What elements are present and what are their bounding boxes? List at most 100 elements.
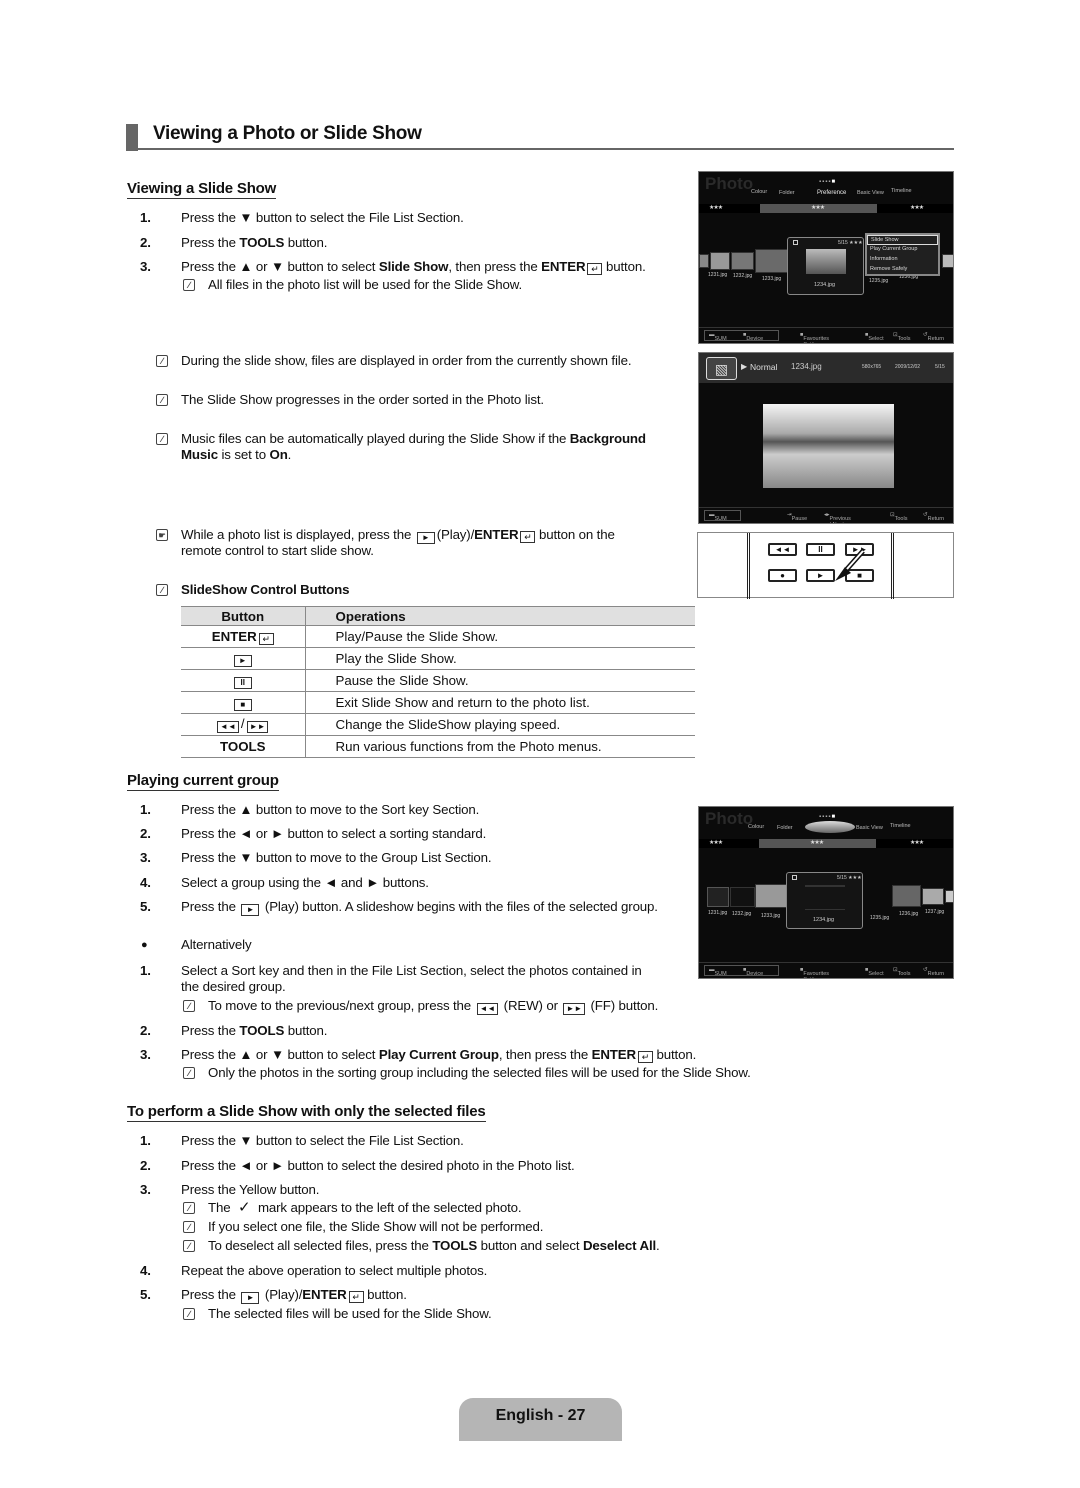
remote-edge-left [747, 533, 750, 599]
sort-key-colour[interactable]: Colour [748, 824, 764, 830]
step-number: 4. [140, 875, 151, 890]
sum-label[interactable]: ▬ SUM [709, 332, 727, 342]
note-icon [183, 1240, 195, 1252]
thumbnail[interactable] [731, 252, 754, 270]
operation-cell: Change the SlideShow playing speed. [305, 713, 695, 736]
return-label[interactable]: ↺ Return [923, 512, 944, 522]
sum-label[interactable]: ▬ SUM [709, 967, 727, 977]
button-cell: ■ [181, 691, 306, 714]
return-label[interactable]: ↺ Return [923, 967, 944, 977]
play-icon: ► [241, 1292, 260, 1304]
focused-photo[interactable]: 5/15 ★★★ 1234.jpg [787, 237, 864, 295]
thumbnail[interactable] [710, 252, 730, 270]
thumbnail[interactable] [945, 890, 953, 903]
favourites-settings[interactable]: ■Favourites Settings [800, 967, 829, 978]
step-text: Press the [181, 1023, 240, 1038]
menu-item-slide-show[interactable]: Slide Show [867, 235, 938, 245]
focused-group[interactable]: 5/15 ★★★ 1234.jpg [786, 872, 863, 929]
sort-key-basic-view[interactable]: Basic View [857, 190, 884, 196]
sort-key-preference[interactable]: Preference [817, 190, 846, 196]
note-icon [156, 394, 168, 406]
sort-key-selected[interactable] [805, 821, 855, 833]
enter-icon: ↵ [587, 263, 603, 275]
operation-cell: Play/Pause the Slide Show. [305, 625, 695, 648]
step-text: Select a Sort key and then in the File L… [181, 963, 642, 978]
thumbnail[interactable] [755, 884, 787, 908]
note-icon [183, 1221, 195, 1233]
photo-date: 2009/12/02 [895, 364, 921, 370]
thumbnail[interactable] [892, 885, 921, 907]
tools-label[interactable]: ⊡ Tools [890, 512, 907, 522]
checkbox[interactable] [793, 240, 798, 245]
thumbnail[interactable] [730, 887, 755, 907]
thumbnail[interactable] [922, 888, 944, 905]
sort-key-folder[interactable]: Folder [777, 825, 793, 831]
tools-label[interactable]: ⊡ Tools [893, 967, 910, 977]
note-text: Music files can be automatically played … [181, 431, 570, 446]
sort-key-basic-view[interactable]: Basic View [856, 825, 883, 831]
checkbox[interactable] [792, 875, 797, 880]
step-number: 2. [140, 1158, 151, 1173]
group-stars-left[interactable]: ★★★ [709, 839, 723, 846]
thumbnail[interactable] [942, 254, 953, 268]
note-text: Only the photos in the sorting group inc… [208, 1065, 751, 1080]
note-text: button on the [535, 527, 615, 542]
tv-footer: ▬ SUM ⇥ Pause ◂▸ Previous / Next ⊡ Tools… [699, 507, 953, 523]
select-label[interactable]: ■ Select [865, 967, 884, 977]
thumbnail[interactable] [707, 887, 729, 907]
sort-key-colour[interactable]: Colour [751, 189, 767, 195]
note-text: While a photo list is displayed, press t… [181, 527, 415, 542]
select-label[interactable]: ■ Select [865, 332, 884, 342]
thumbnail[interactable] [699, 254, 709, 268]
table-row: II Pause the Slide Show. [181, 669, 695, 692]
prev-next-label[interactable]: ◂▸ Previous / Next [824, 512, 851, 523]
group-stars-right[interactable]: ★★★ [910, 839, 924, 846]
sum-label[interactable]: ▬ SUM [709, 512, 727, 522]
remote-edge-right [891, 533, 894, 599]
button-cell: ENTER ↵ [181, 625, 306, 648]
menu-item-information[interactable]: Information [867, 255, 938, 265]
note-text: The selected files will be used for the … [208, 1306, 492, 1321]
group-current[interactable]: ★★★ [760, 204, 877, 213]
note-bold: ENTER [474, 527, 519, 542]
rew-button[interactable]: ◄◄ [768, 543, 797, 556]
step-bold: TOOLS [239, 1023, 285, 1038]
sort-key-folder[interactable]: Folder [779, 190, 795, 196]
step-text: , then press the [498, 1047, 592, 1062]
group-stars-right[interactable]: ★★★ [910, 204, 924, 211]
tv-footer: ▬ SUM ■ Device ■Favourites Settings ■Sel… [699, 962, 953, 978]
table-row: TOOLS Run various functions from the Pho… [181, 735, 695, 758]
placeholder-line [805, 909, 845, 910]
favourites-settings[interactable]: ■Favourites Settings [800, 332, 829, 343]
sort-key-timeline[interactable]: Timeline [891, 188, 912, 194]
bullet-text: Alternatively [181, 937, 252, 952]
counter: 5/15 [935, 364, 945, 370]
pause-label[interactable]: ⇥ Pause [787, 512, 807, 522]
enter-icon: ↵ [348, 1291, 364, 1303]
thumbnail[interactable] [755, 249, 788, 273]
note-text: The [208, 1200, 235, 1215]
page-title-bar: Viewing a Photo or Slide Show [126, 123, 954, 151]
record-button[interactable]: ● [768, 569, 797, 582]
pause-button[interactable]: II [806, 543, 835, 556]
step-text: Press the ▲ or ▼ button to select [181, 1047, 379, 1062]
play-button[interactable]: ► [806, 569, 835, 582]
device-label[interactable]: ■ Device [743, 332, 763, 342]
file-name: 1234.jpg [814, 282, 836, 288]
menu-item-play-current-group[interactable]: Play Current Group [867, 245, 938, 255]
step-bold: ENTER [541, 259, 586, 274]
sort-key-timeline[interactable]: Timeline [890, 823, 911, 829]
tools-label[interactable]: ⊡ Tools [893, 332, 910, 342]
pointer-arrow-icon [835, 549, 865, 581]
group-current[interactable]: ★★★ [759, 839, 876, 848]
heading-text: To perform a Slide Show with only the se… [127, 1103, 486, 1122]
step-text: Press the ▼ button to move to the Group … [181, 850, 492, 865]
device-label[interactable]: ■ Device [743, 967, 763, 977]
table-row: ENTER ↵ Play/Pause the Slide Show. [181, 625, 695, 648]
photo-mode-icon: ▧ [706, 357, 737, 380]
return-label[interactable]: ↺ Return [923, 332, 944, 342]
step-number: 3. [140, 1182, 151, 1197]
file-name: 1237.jpg [925, 909, 945, 915]
group-stars-left[interactable]: ★★★ [709, 204, 723, 211]
menu-item-remove-safely[interactable]: Remove Safely [867, 265, 938, 275]
